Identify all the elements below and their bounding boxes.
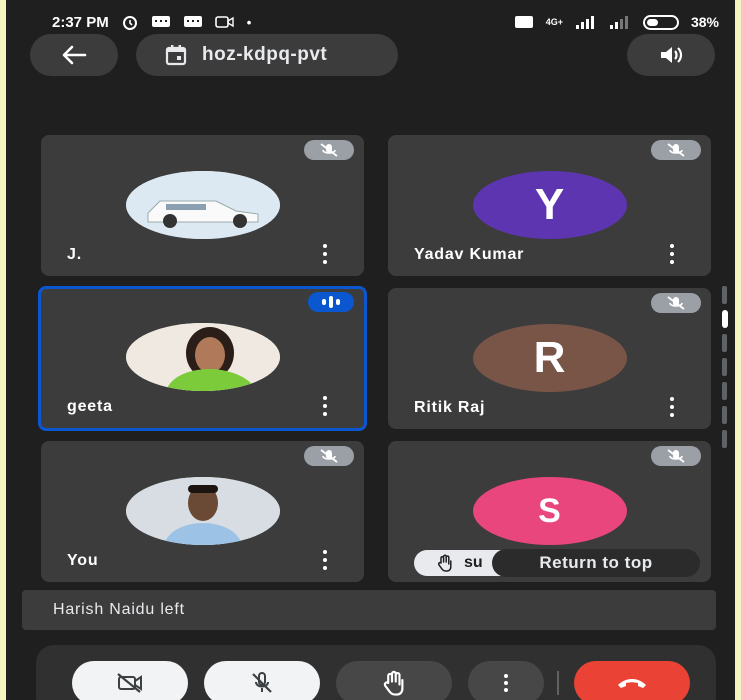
more-vert-icon xyxy=(501,674,511,692)
raise-hand-button[interactable] xyxy=(336,661,452,700)
battery-level: 38% xyxy=(690,14,719,30)
avatar-letter: Y xyxy=(472,171,627,239)
back-button[interactable] xyxy=(30,34,118,76)
notification-banner: Harish Naidu left xyxy=(22,590,716,630)
mic-off-icon xyxy=(667,296,685,310)
mic-off-badge xyxy=(651,446,701,466)
battery-icon xyxy=(642,14,679,30)
avatar-letter: S xyxy=(472,477,627,545)
mic-off-badge xyxy=(651,293,701,313)
avatar-letter: R xyxy=(472,324,627,392)
message-icon-2 xyxy=(183,16,202,27)
camera-off-icon xyxy=(117,673,142,693)
raise-hand-icon xyxy=(383,670,404,696)
avatar-photo-geeta xyxy=(125,323,280,391)
participant-tile-geeta[interactable]: geeta xyxy=(38,286,367,431)
raised-hand-name: su xyxy=(464,554,483,571)
speaking-indicator-icon xyxy=(308,292,354,312)
call-controls xyxy=(36,645,716,700)
participant-tile-j[interactable]: J. xyxy=(41,135,364,276)
participant-name: You xyxy=(67,552,99,569)
mic-off-icon xyxy=(320,449,338,463)
participant-name: Ritik Raj xyxy=(414,399,486,416)
return-to-top-button[interactable]: Return to top xyxy=(492,549,700,577)
mic-off-icon xyxy=(667,449,685,463)
mic-toggle-button[interactable] xyxy=(204,661,320,700)
dot-icon: • xyxy=(246,14,252,30)
more-vert-icon[interactable] xyxy=(667,397,677,417)
participant-name: Yadav Kumar xyxy=(414,246,525,263)
video-call-icon xyxy=(214,16,234,28)
participant-name: geeta xyxy=(67,398,113,415)
notification-text: Harish Naidu left xyxy=(53,601,185,618)
more-vert-icon[interactable] xyxy=(667,244,677,264)
volume-icon xyxy=(661,47,683,63)
more-options-button[interactable] xyxy=(468,661,544,700)
more-vert-icon[interactable] xyxy=(320,244,330,264)
network-type: 4G+ xyxy=(545,17,563,27)
controls-divider xyxy=(557,671,559,695)
mic-off-badge xyxy=(651,140,701,160)
volte-icon xyxy=(514,16,533,28)
alarm-icon xyxy=(122,16,137,30)
calendar-icon xyxy=(165,45,187,66)
participant-tile-you[interactable]: You xyxy=(41,441,364,582)
meeting-code: hoz-kdpq-pvt xyxy=(202,44,328,65)
participant-tile-yadav-kumar[interactable]: Y Yadav Kumar xyxy=(388,135,711,276)
audio-output-button[interactable] xyxy=(627,34,715,76)
signal-icon-2 xyxy=(609,16,628,29)
scrollbar[interactable] xyxy=(722,286,728,458)
camera-toggle-button[interactable] xyxy=(72,661,188,700)
message-icon xyxy=(151,16,170,27)
mic-off-icon xyxy=(252,672,272,693)
meeting-info-chip[interactable]: hoz-kdpq-pvt xyxy=(136,34,398,76)
mic-off-badge xyxy=(304,446,354,466)
more-vert-icon[interactable] xyxy=(320,396,330,416)
arrow-back-icon xyxy=(62,45,87,65)
raised-hand-icon xyxy=(438,554,452,572)
end-call-button[interactable] xyxy=(574,661,690,700)
meet-screen: 2:37 PM • 4G+ 38% hoz-kdpq-pvt J. Y Yada… xyxy=(6,0,735,700)
signal-icon xyxy=(575,16,594,29)
avatar-photo-you xyxy=(125,477,280,545)
status-time: 2:37 PM xyxy=(52,13,109,31)
end-call-icon xyxy=(618,679,646,688)
mic-off-badge xyxy=(304,140,354,160)
mic-off-icon xyxy=(667,143,685,157)
avatar-photo-car xyxy=(125,171,280,239)
more-vert-icon[interactable] xyxy=(320,550,330,570)
participant-tile-ritik-raj[interactable]: R Ritik Raj xyxy=(388,288,711,429)
participant-name: J. xyxy=(67,246,82,263)
meeting-header: hoz-kdpq-pvt xyxy=(6,34,735,80)
mic-off-icon xyxy=(320,143,338,157)
